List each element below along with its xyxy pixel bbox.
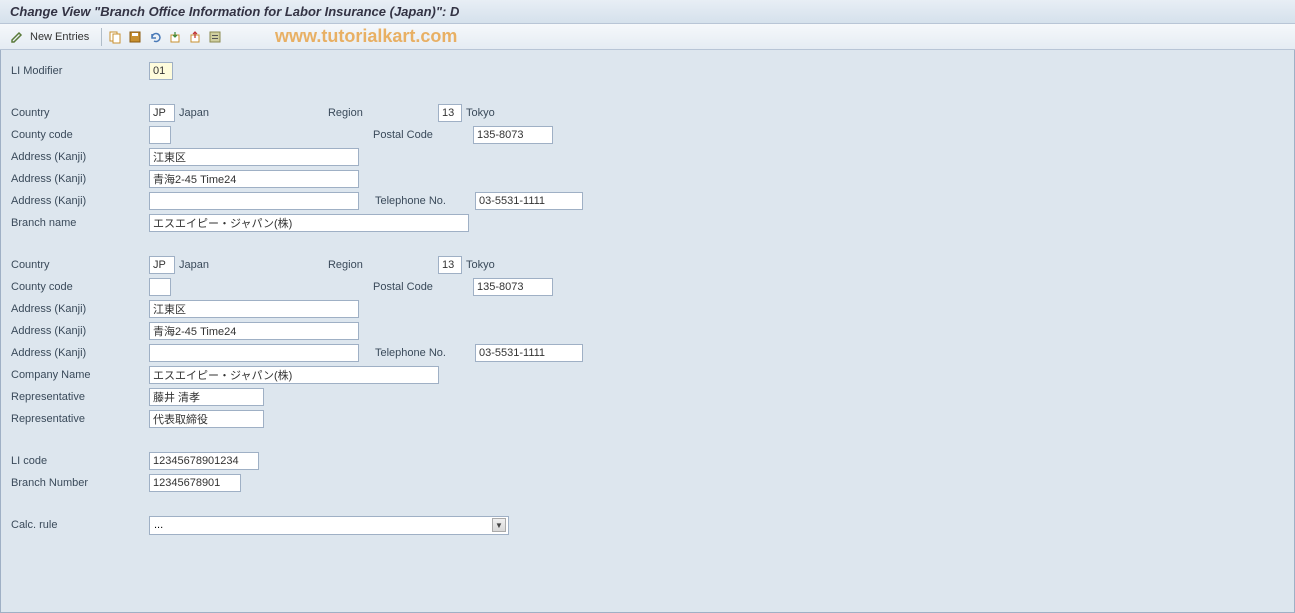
country-label: Country xyxy=(9,107,149,119)
country-text: Japan xyxy=(175,107,213,119)
li-code-label: LI code xyxy=(9,455,149,467)
import-icon[interactable] xyxy=(166,28,184,46)
branch-name-input[interactable] xyxy=(149,214,469,232)
address1-label: Address (Kanji) xyxy=(9,151,149,163)
postal-code-input[interactable] xyxy=(473,126,553,144)
address3-label: Address (Kanji) xyxy=(9,195,149,207)
region2-input[interactable] xyxy=(438,256,462,274)
country2-label: Country xyxy=(9,259,149,271)
calc-rule-value: ... xyxy=(154,519,163,531)
copy-icon[interactable] xyxy=(106,28,124,46)
region-input[interactable] xyxy=(438,104,462,122)
address3b-input[interactable] xyxy=(149,344,359,362)
region2-text: Tokyo xyxy=(462,259,499,271)
watermark-text: www.tutorialkart.com xyxy=(275,26,457,47)
form-content: LI Modifier Country Japan Region Tokyo C… xyxy=(0,50,1295,613)
address3-input[interactable] xyxy=(149,192,359,210)
country2-text: Japan xyxy=(175,259,213,271)
branch-name-label: Branch name xyxy=(9,217,149,229)
representative2-label: Representative xyxy=(9,413,149,425)
company-name-input[interactable] xyxy=(149,366,439,384)
postal-code2-input[interactable] xyxy=(473,278,553,296)
address1b-label: Address (Kanji) xyxy=(9,303,149,315)
undo-icon[interactable] xyxy=(146,28,164,46)
branch-number-label: Branch Number xyxy=(9,477,149,489)
country2-input[interactable] xyxy=(149,256,175,274)
chevron-down-icon: ▼ xyxy=(492,518,506,532)
country-input[interactable] xyxy=(149,104,175,122)
representative1-input[interactable] xyxy=(149,388,264,406)
save-icon[interactable] xyxy=(126,28,144,46)
utilities-icon[interactable] xyxy=(206,28,224,46)
new-entries-button[interactable]: New Entries xyxy=(28,31,95,43)
toolbar: New Entries www.tutorialkart.com xyxy=(0,24,1295,50)
telephone2-label: Telephone No. xyxy=(375,347,475,359)
region-label: Region xyxy=(328,107,378,119)
li-code-input[interactable] xyxy=(149,452,259,470)
representative2-input[interactable] xyxy=(149,410,264,428)
address2b-input[interactable] xyxy=(149,322,359,340)
county-code-label: County code xyxy=(9,129,149,141)
telephone2-input[interactable] xyxy=(475,344,583,362)
address1-input[interactable] xyxy=(149,148,359,166)
toggle-edit-icon[interactable] xyxy=(8,28,26,46)
separator xyxy=(101,28,102,46)
postal-code-label: Postal Code xyxy=(373,129,473,141)
address2b-label: Address (Kanji) xyxy=(9,325,149,337)
export-icon[interactable] xyxy=(186,28,204,46)
county-code2-label: County code xyxy=(9,281,149,293)
county-code-input[interactable] xyxy=(149,126,171,144)
calc-rule-dropdown[interactable]: ... ▼ xyxy=(149,516,509,535)
address2-input[interactable] xyxy=(149,170,359,188)
company-name-label: Company Name xyxy=(9,369,149,381)
representative1-label: Representative xyxy=(9,391,149,403)
li-modifier-label: LI Modifier xyxy=(9,65,149,77)
window-title: Change View "Branch Office Information f… xyxy=(0,0,1295,24)
branch-number-input[interactable] xyxy=(149,474,241,492)
telephone-label: Telephone No. xyxy=(375,195,475,207)
telephone-input[interactable] xyxy=(475,192,583,210)
address3b-label: Address (Kanji) xyxy=(9,347,149,359)
li-modifier-input[interactable] xyxy=(149,62,173,80)
county-code2-input[interactable] xyxy=(149,278,171,296)
address1b-input[interactable] xyxy=(149,300,359,318)
postal-code2-label: Postal Code xyxy=(373,281,473,293)
address2-label: Address (Kanji) xyxy=(9,173,149,185)
region2-label: Region xyxy=(328,259,378,271)
region-text: Tokyo xyxy=(462,107,499,119)
calc-rule-label: Calc. rule xyxy=(9,519,149,531)
